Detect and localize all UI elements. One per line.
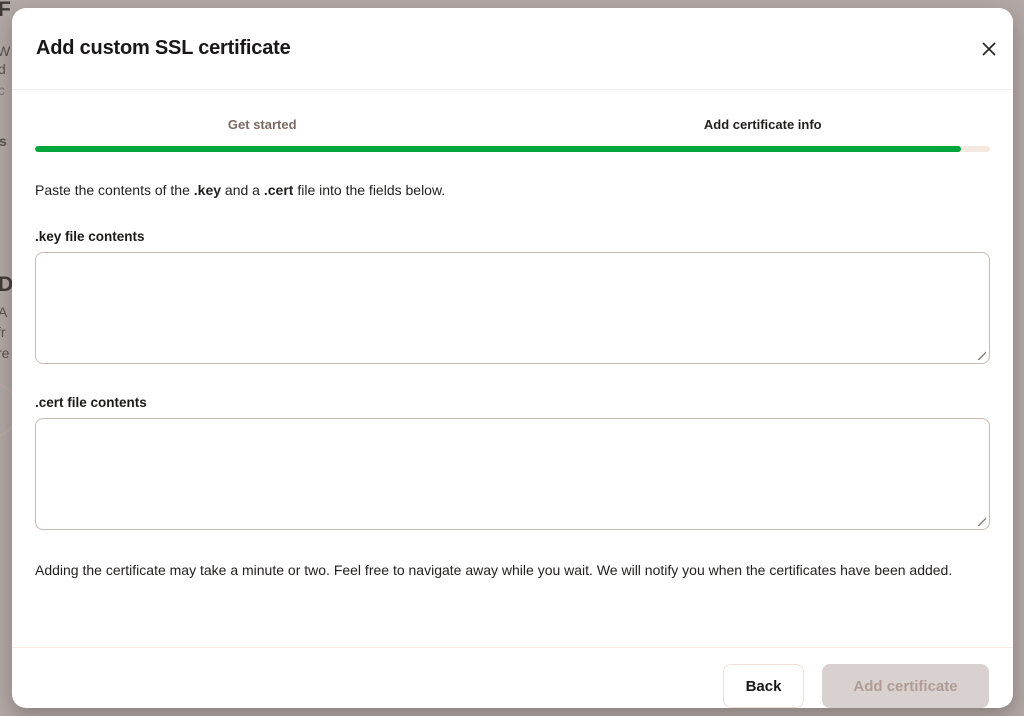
cert-file-label: .cert file contents (35, 395, 990, 410)
instruction-text: Paste the contents of the .key and a .ce… (35, 181, 990, 199)
stepper-labels: Get started Add certificate info (12, 117, 1013, 133)
key-file-field (35, 252, 990, 364)
step-add-certificate-info[interactable]: Add certificate info (513, 117, 1014, 133)
step-get-started[interactable]: Get started (12, 117, 513, 133)
modal-title: Add custom SSL certificate (36, 37, 291, 60)
instruction-part: file into the fields below. (293, 182, 445, 198)
modal-body: Paste the contents of the .key and a .ce… (12, 152, 1013, 580)
background-page-text: F (0, 1, 11, 19)
modal-header: Add custom SSL certificate (12, 8, 1013, 90)
cert-file-textarea[interactable] (35, 418, 990, 530)
background-page-text: s (0, 132, 7, 150)
instruction-part: and a (221, 182, 264, 198)
stepper: Get started Add certificate info (12, 90, 1013, 152)
key-keyword: .key (194, 182, 221, 198)
background-page-text: A (0, 303, 7, 321)
note-text: Adding the certificate may take a minute… (35, 560, 975, 580)
background-page-text: fr (0, 323, 6, 341)
back-button[interactable]: Back (723, 664, 804, 708)
background-page-text: d (0, 60, 6, 78)
background-page-text: re (0, 344, 9, 362)
cert-keyword: .cert (264, 182, 294, 198)
add-ssl-certificate-modal: Add custom SSL certificate Get started A… (12, 8, 1013, 708)
cert-file-field (35, 418, 990, 530)
close-icon (982, 42, 996, 56)
key-file-textarea[interactable] (35, 252, 990, 364)
key-file-label: .key file contents (35, 229, 990, 244)
background-page-text: c (0, 81, 5, 99)
add-certificate-button[interactable]: Add certificate (822, 664, 989, 708)
modal-footer: Back Add certificate (12, 647, 1013, 708)
background-page-text: W (0, 42, 10, 60)
close-button[interactable] (975, 35, 1003, 63)
instruction-part: Paste the contents of the (35, 182, 194, 198)
